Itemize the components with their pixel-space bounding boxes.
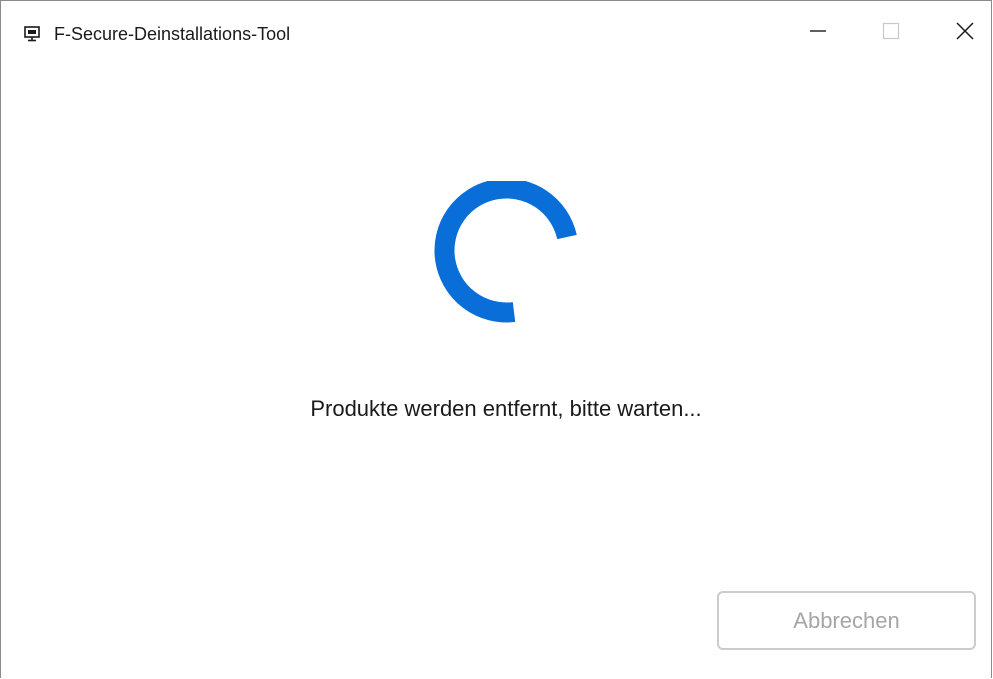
window-title: F-Secure-Deinstallations-Tool (54, 24, 291, 44)
main-content: Produkte werden entfernt, bitte warten..… (1, 63, 991, 679)
minimize-icon (809, 22, 827, 45)
close-button[interactable] (928, 1, 993, 65)
status-message: Produkte werden entfernt, bitte warten..… (310, 396, 702, 421)
cancel-button[interactable]: Abbrechen (717, 591, 976, 650)
minimize-button[interactable] (781, 1, 855, 65)
maximize-icon (882, 22, 900, 45)
spinner-arc (434, 178, 577, 323)
maximize-button (854, 1, 928, 65)
uninstall-tool-window: F-Secure-Deinstallations-Tool Produkte w… (0, 0, 992, 678)
title-bar[interactable]: F-Secure-Deinstallations-Tool (1, 1, 991, 63)
progress-spinner (434, 178, 580, 327)
monitor-app-icon (24, 26, 42, 42)
close-icon (956, 21, 974, 45)
